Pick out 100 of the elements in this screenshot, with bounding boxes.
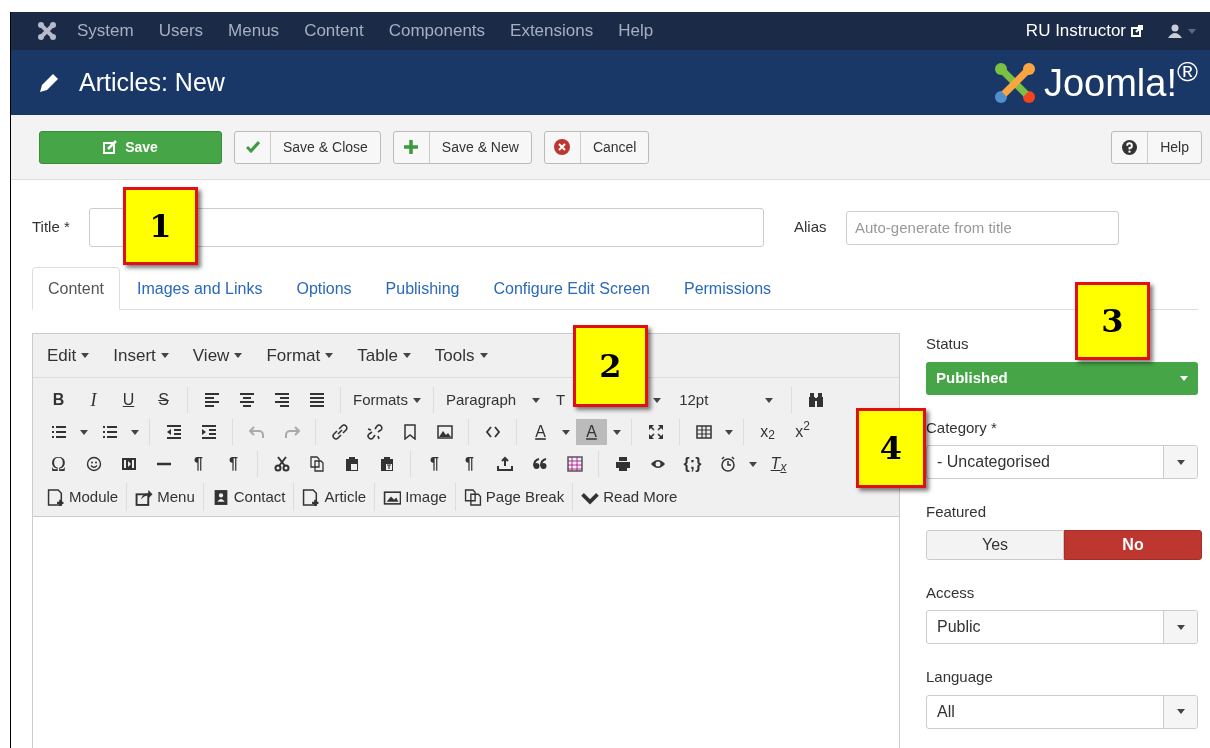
image-icon	[383, 488, 402, 506]
paragraph-button[interactable]: ¶	[419, 451, 450, 477]
caret-icon	[160, 353, 169, 358]
unlink-icon	[366, 424, 383, 440]
paragraph-button[interactable]: ¶	[183, 451, 214, 477]
user-menu[interactable]	[1168, 24, 1196, 38]
caret-icon	[479, 353, 488, 358]
help-icon	[1122, 139, 1138, 155]
text-color-button[interactable]: A	[525, 419, 556, 445]
tab[interactable]: Content	[32, 267, 121, 310]
user-icon	[1168, 24, 1182, 38]
editor-menu[interactable]: Format	[266, 342, 334, 369]
fullscreen-icon	[647, 424, 664, 440]
field-label: Category *	[926, 417, 998, 438]
media-icon	[120, 456, 137, 472]
toggle-option[interactable]: Yes	[926, 529, 1064, 560]
alias-input[interactable]: Auto-generate from title	[846, 210, 1119, 245]
callout-marker: 4	[856, 408, 926, 488]
image-icon	[436, 424, 453, 440]
save-close-button[interactable]: Save & Close	[234, 130, 381, 164]
field-label: Language	[926, 667, 994, 687]
table-icon	[695, 424, 712, 440]
field-label: Alias	[794, 217, 828, 238]
smiley-icon	[85, 456, 102, 472]
nav-menu-item[interactable]: Users	[158, 18, 204, 44]
italic-button[interactable]: I	[78, 387, 109, 413]
edit-icon	[103, 140, 118, 154]
insert-button[interactable]: Image	[379, 483, 451, 511]
insert-button[interactable]: Contact	[207, 483, 290, 511]
caret-icon	[234, 353, 243, 358]
page-break-icon	[463, 488, 482, 506]
toggle-option[interactable]: No	[1064, 529, 1202, 560]
caret-icon	[653, 397, 662, 403]
background-color-button[interactable]: A	[576, 419, 607, 445]
caret-icon	[749, 461, 757, 467]
tab[interactable]: Permissions	[666, 267, 789, 310]
cut-icon	[273, 456, 290, 472]
align-center-icon	[238, 392, 255, 408]
tab[interactable]: Configure Edit Screen	[476, 267, 667, 310]
align-left-icon	[203, 392, 220, 408]
save-new-button[interactable]: Save & New	[392, 130, 532, 164]
nav-menu-item[interactable]: Extensions	[510, 18, 594, 44]
dropdown[interactable]: T	[554, 387, 568, 413]
outdent-icon	[165, 424, 182, 440]
dropdown[interactable]: Paragraph	[442, 387, 544, 413]
editor-menu[interactable]: View	[192, 342, 243, 369]
caret-icon	[1176, 459, 1185, 465]
quote-icon	[531, 456, 548, 472]
copy-icon	[308, 456, 325, 472]
field-label: Access	[926, 582, 976, 603]
caret-icon	[131, 429, 139, 435]
insert-button[interactable]: Menu	[131, 483, 199, 511]
dropdown[interactable]: 12pt	[675, 387, 778, 413]
insert-button[interactable]: Article	[298, 483, 371, 511]
nav-menu-item[interactable]: Content	[304, 18, 364, 44]
special-character-button[interactable]: Ω	[43, 451, 74, 477]
editor-menu[interactable]: Edit	[47, 342, 90, 369]
caret-icon	[1188, 28, 1196, 34]
paste-icon	[343, 456, 360, 472]
underline-button[interactable]: U	[113, 387, 144, 413]
select-dropdown[interactable]: All	[926, 694, 1198, 729]
strikethrough-button[interactable]: S	[148, 387, 179, 413]
logo-icon[interactable]	[37, 21, 57, 41]
clear-formatting-button[interactable]: T$_{x}$	[763, 451, 794, 477]
insert-button[interactable]: Page Break	[459, 483, 569, 511]
insert-button[interactable]: Read More	[577, 483, 682, 511]
formats-dropdown[interactable]: Formats	[349, 387, 425, 413]
user-link[interactable]: RU Instructor	[1025, 18, 1143, 44]
subscript-button[interactable]: x$_{2}$	[752, 419, 783, 445]
module-icon	[47, 488, 65, 506]
editor-menu[interactable]: Tools	[434, 342, 488, 369]
help-button[interactable]: Help	[1111, 130, 1202, 164]
bold-button[interactable]: B	[43, 387, 74, 413]
editor-menu[interactable]: Insert	[113, 342, 169, 369]
cancel-button[interactable]: Cancel	[543, 130, 650, 164]
caret-icon	[1180, 375, 1188, 381]
paragraph-button[interactable]: ¶	[454, 451, 485, 477]
tab[interactable]: Images and Links	[120, 267, 280, 310]
nav-menu-item[interactable]: Menus	[228, 18, 280, 44]
callout-marker: 2	[573, 325, 648, 407]
nav-menu-item[interactable]: Help	[618, 18, 654, 44]
superscript-button[interactable]: x$^{2}$	[787, 419, 818, 445]
editor-menu[interactable]: Table	[357, 342, 411, 369]
bullet-list-icon	[50, 424, 67, 440]
insert-button[interactable]: Module	[43, 483, 123, 511]
tab[interactable]: Publishing	[368, 267, 477, 310]
paragraph-button[interactable]: ¶	[218, 451, 249, 477]
select-dropdown[interactable]: Public	[926, 610, 1198, 644]
upload-icon	[496, 456, 513, 472]
nav-menu-item[interactable]: System	[77, 18, 134, 44]
paste-text-icon	[378, 456, 395, 472]
caret-icon	[325, 353, 334, 358]
cancel-icon	[554, 139, 571, 155]
nav-menu-item[interactable]: Components	[388, 18, 486, 44]
select-dropdown[interactable]: - Uncategorised	[926, 445, 1198, 479]
article-icon	[302, 488, 321, 506]
tab[interactable]: Options	[279, 267, 369, 310]
code-sample-button[interactable]: {;}	[677, 451, 708, 477]
check-icon	[245, 141, 260, 153]
caret-icon	[532, 397, 540, 403]
